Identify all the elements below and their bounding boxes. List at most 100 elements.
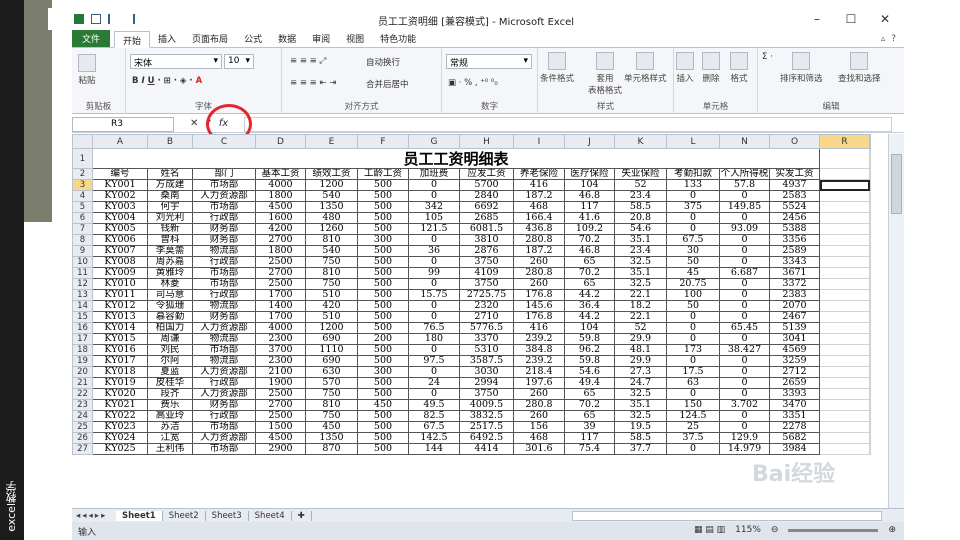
column-header[interactable]: L <box>666 134 720 149</box>
table-cell[interactable]: 187.2 <box>513 245 565 257</box>
cell[interactable] <box>819 322 870 334</box>
table-cell[interactable]: 500 <box>357 344 409 356</box>
sheet-tab-2[interactable]: Sheet2 <box>163 510 206 521</box>
table-cell[interactable]: 何宇 <box>147 201 193 213</box>
table-cell[interactable]: 500 <box>357 322 409 334</box>
table-cell[interactable]: KY017 <box>92 355 148 367</box>
table-cell[interactable]: 342 <box>408 201 460 213</box>
table-cell[interactable]: 财务部 <box>192 311 256 323</box>
table-cell[interactable]: 4414 <box>459 443 514 455</box>
column-header[interactable]: G <box>408 134 460 149</box>
table-cell[interactable]: 行政部 <box>192 410 256 422</box>
table-cell[interactable]: KY009 <box>92 267 148 279</box>
column-header[interactable]: B <box>147 134 193 149</box>
cell[interactable] <box>819 245 870 257</box>
close-icon[interactable]: ✕ <box>868 10 902 28</box>
table-cell[interactable]: 468 <box>513 201 565 213</box>
row-header[interactable]: 6 <box>72 212 93 224</box>
table-cell[interactable]: 65 <box>564 388 615 400</box>
table-cell[interactable]: 540 <box>305 190 358 202</box>
table-cell[interactable]: 0 <box>666 388 720 400</box>
cell[interactable] <box>819 344 870 356</box>
cell[interactable] <box>869 278 871 290</box>
column-header[interactable]: C <box>192 134 256 149</box>
table-cell[interactable]: 行政部 <box>192 212 256 224</box>
table-cell[interactable]: KY016 <box>92 344 148 356</box>
cell[interactable] <box>869 300 871 312</box>
table-cell[interactable]: 3343 <box>769 256 820 268</box>
table-cell[interactable]: KY014 <box>92 322 148 334</box>
table-cell[interactable]: 109.2 <box>564 223 615 235</box>
table-cell[interactable]: 0 <box>666 333 720 345</box>
cell[interactable] <box>869 267 871 279</box>
table-cell[interactable]: 301.6 <box>513 443 565 455</box>
tab-formulas[interactable]: 公式 <box>236 30 270 47</box>
table-cell[interactable]: 市场部 <box>192 443 256 455</box>
help-icon[interactable]: ? <box>891 34 896 44</box>
format-cells-button[interactable]: 格式 <box>730 52 748 84</box>
table-cell[interactable]: 540 <box>305 245 358 257</box>
row-header[interactable]: 9 <box>72 245 93 257</box>
cell[interactable] <box>869 344 871 356</box>
delete-cells-button[interactable]: 删除 <box>702 52 720 84</box>
table-cell[interactable]: 0 <box>719 190 770 202</box>
row-header[interactable]: 23 <box>72 399 93 411</box>
table-cell[interactable]: 1700 <box>255 311 306 323</box>
table-cell[interactable]: 1600 <box>255 212 306 224</box>
table-cell[interactable]: 36 <box>408 245 460 257</box>
table-cell[interactable]: 500 <box>357 201 409 213</box>
table-cell[interactable]: 0 <box>719 377 770 389</box>
row-header[interactable]: 21 <box>72 377 93 389</box>
table-cell[interactable]: 3984 <box>769 443 820 455</box>
table-cell[interactable]: 3259 <box>769 355 820 367</box>
table-cell[interactable]: 58.5 <box>614 432 667 444</box>
sheet-tab-3[interactable]: Sheet3 <box>206 510 249 521</box>
table-cell[interactable]: 3750 <box>459 278 514 290</box>
table-cell[interactable]: 行政部 <box>192 256 256 268</box>
cell[interactable] <box>819 267 870 279</box>
table-cell[interactable]: 500 <box>357 410 409 422</box>
tab-data[interactable]: 数据 <box>270 30 304 47</box>
cell[interactable] <box>869 377 871 389</box>
table-cell[interactable]: 280.8 <box>513 267 565 279</box>
name-box[interactable]: R3 <box>72 117 174 132</box>
cell[interactable] <box>819 399 870 411</box>
table-cell[interactable]: 44.2 <box>564 311 615 323</box>
table-cell[interactable]: 23.4 <box>614 245 667 257</box>
cell[interactable] <box>869 366 871 378</box>
table-format-button[interactable]: 套用 表格格式 <box>588 52 622 96</box>
cell[interactable] <box>869 234 871 246</box>
table-cell[interactable]: 2517.5 <box>459 421 514 433</box>
cell-style-button[interactable]: 单元格样式 <box>624 52 667 84</box>
table-cell[interactable]: 江宽 <box>147 432 193 444</box>
table-cell[interactable]: 500 <box>357 432 409 444</box>
font-size-select[interactable]: 10 ▾ <box>224 54 254 69</box>
table-cell[interactable]: 尔阿 <box>147 355 193 367</box>
cell[interactable] <box>819 179 870 191</box>
zoom-slider[interactable] <box>788 528 879 532</box>
minimize-icon[interactable]: – <box>800 10 834 28</box>
table-cell[interactable]: 3030 <box>459 366 514 378</box>
table-cell[interactable]: 129.9 <box>719 432 770 444</box>
table-cell[interactable]: 65 <box>564 256 615 268</box>
table-cell[interactable]: 239.2 <box>513 333 565 345</box>
tab-file[interactable]: 文件 <box>72 30 111 47</box>
table-cell[interactable]: 3356 <box>769 234 820 246</box>
table-cell[interactable]: 239.2 <box>513 355 565 367</box>
table-cell[interactable]: 500 <box>357 256 409 268</box>
table-cell[interactable]: 2710 <box>459 311 514 323</box>
cell[interactable] <box>819 388 870 400</box>
cell[interactable] <box>869 399 871 411</box>
cell[interactable] <box>819 278 870 290</box>
table-cell[interactable]: 19.5 <box>614 421 667 433</box>
row-header[interactable]: 8 <box>72 234 93 246</box>
table-cell[interactable]: 39 <box>564 421 615 433</box>
zoom-out-icon[interactable]: ⊖ <box>771 525 779 535</box>
table-cell[interactable]: 2300 <box>255 333 306 345</box>
table-cell[interactable]: 行政部 <box>192 289 256 301</box>
table-cell[interactable]: 3700 <box>255 344 306 356</box>
table-cell[interactable]: 2500 <box>255 256 306 268</box>
table-cell[interactable]: 48.1 <box>614 344 667 356</box>
table-cell[interactable]: 260 <box>513 256 565 268</box>
table-cell[interactable]: 59.8 <box>564 355 615 367</box>
